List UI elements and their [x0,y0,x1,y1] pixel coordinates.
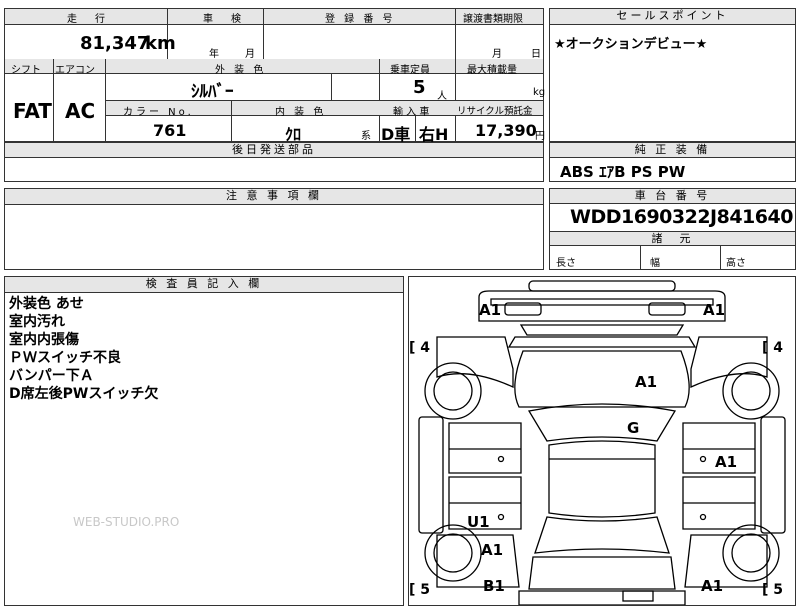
remark-line: バンパー下Ａ [9,368,94,384]
sales-point-box: セールスポイント ★オークションデビュー★ [549,8,796,142]
capacity-value: 5 [413,77,426,98]
interior-color-header: 内 装 色 [275,107,327,118]
damage-rear-left: B1 [483,577,505,595]
sales-point-text: ★オークションデビュー★ [554,37,708,52]
chassis-box: 車 台 番 号 WDD1690322J841640 諸 元 長さ 幅 高さ [549,188,796,270]
recycle-unit: 円 [535,131,545,142]
length-label: 長さ [556,258,576,269]
interior-suffix: 系 [361,131,371,142]
capacity-header: 乗車定員 [390,65,430,76]
damage-rear-right: A1 [701,577,724,595]
damage-left-rear-fender: A1 [481,541,504,559]
tire-rear-left: [ 5 [409,582,431,598]
aircon-value: AC [65,99,96,123]
equipment-box: 純 正 装 備 ABS ｴｱB PS PW [549,142,796,182]
damage-front-bumper-left: A1 [479,301,502,319]
tire-rear-right: [ 5 [762,582,784,598]
deadline-day: 日 [531,49,541,60]
mileage-unit: km [145,33,176,54]
shift-value: FAT [13,99,52,123]
mileage-header: 走 行 [67,14,109,25]
damage-right-door: A1 [715,453,738,471]
sales-point-header: セールスポイント [616,9,729,22]
remark-line: ＰＷスイッチ不良 [9,350,121,366]
vehicle-info-grid: 走 行 車 検 登 録 番 号 譲渡書類期限 81,347 km 年 月 月 日… [4,8,546,144]
recycle-header: リサイクル預託金 [457,106,533,117]
remark-line: D席左後PWスイッチ欠 [9,386,159,402]
equipment-header: 純 正 装 備 [634,143,711,156]
deadline-month: 月 [492,49,502,60]
inspection-header: 車 検 [203,14,245,25]
year-unit: 年 [209,49,219,60]
inspector-header: 検 査 員 記 入 欄 [145,277,263,290]
equipment-value: ABS ｴｱB PS PW [560,163,686,181]
mileage-value: 81,347 [80,33,150,54]
chassis-value: WDD1690322J841640 [570,206,793,228]
aircon-header: エアコン [55,65,95,76]
tire-front-right: [ 4 [762,340,784,356]
notes-header: 注 意 事 項 欄 [226,189,322,202]
notes-box: 注 意 事 項 欄 [4,188,544,270]
chassis-header: 車 台 番 号 [634,189,711,202]
car-diagram-box: A1 A1 A1 G A1 U1 A1 B1 A1 [408,276,796,606]
load-unit: kg [533,87,546,98]
remark-line: 外装色 あせ [9,296,84,312]
recycle-value: 17,390 [475,121,537,140]
color-no-value: 761 [153,121,187,140]
max-load-header: 最大積載量 [467,65,517,76]
registration-header: 登 録 番 号 [325,14,396,25]
remark-line: 室内汚れ [9,314,65,330]
watermark: WEB-STUDIO.PRO [73,515,180,529]
later-parts-box: 後日発送部品 [4,142,544,182]
exterior-color-header: 外 装 色 [215,65,267,76]
width-label: 幅 [650,258,660,269]
color-no-header: カラー No. [123,107,194,118]
inspector-remarks: 外装色 あせ 室内汚れ 室内内張傷 ＰＷスイッチ不良 バンパー下Ａ D席左後PW… [9,295,158,403]
month-unit: 月 [245,49,255,60]
damage-left-rear-door: U1 [467,513,490,531]
damage-hood: A1 [635,373,658,391]
exterior-color-value: ｼﾙﾊﾞｰ [191,82,234,102]
damage-windshield: G [627,419,640,437]
transfer-deadline-header: 譲渡書類期限 [463,14,523,25]
dimensions-header: 諸 元 [651,232,694,245]
later-parts-header: 後日発送部品 [232,143,316,156]
shift-header: シフト [11,65,41,76]
height-label: 高さ [726,258,746,269]
car-diagram [418,280,786,605]
damage-front-bumper-right: A1 [703,301,726,319]
inspector-box: 検 査 員 記 入 欄 外装色 あせ 室内汚れ 室内内張傷 ＰＷスイッチ不良 バ… [4,276,404,606]
import-header: 輸 入 車 [393,107,430,118]
tire-front-left: [ 4 [409,340,431,356]
remark-line: 室内内張傷 [9,332,79,348]
